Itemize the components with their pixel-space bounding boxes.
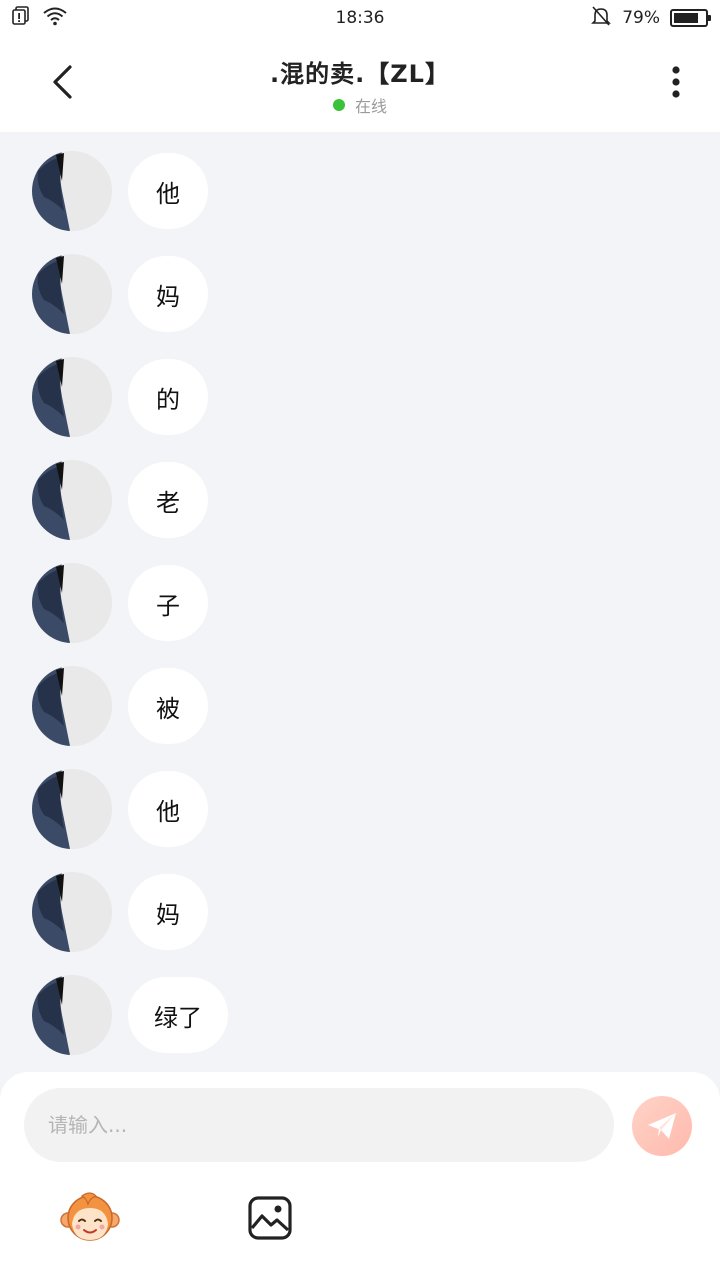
presence-status: 在线 xyxy=(120,93,600,117)
message-bubble[interactable]: 他 xyxy=(128,771,208,847)
avatar[interactable] xyxy=(32,563,112,643)
avatar-image xyxy=(32,769,112,849)
chat-title: .混的卖.【ZL】 xyxy=(270,60,450,88)
image-icon xyxy=(248,1196,292,1240)
status-bar: 18:36 79% xyxy=(0,0,720,36)
alert-sim-icon xyxy=(12,5,32,31)
presence-label: 在线 xyxy=(354,97,387,116)
more-vertical-icon xyxy=(672,66,680,98)
avatar-image xyxy=(32,563,112,643)
avatar-image xyxy=(32,460,112,540)
message-row: 老 xyxy=(32,460,208,540)
message-bubble[interactable]: 妈 xyxy=(128,256,208,332)
more-options-button[interactable] xyxy=(656,60,696,104)
message-row: 妈 xyxy=(32,872,208,952)
send-button[interactable] xyxy=(632,1096,692,1156)
chat-screen: 18:36 79% .混的卖.【ZL】 在线 他 妈 的 老 子 被 他 妈 绿… xyxy=(0,0,720,1280)
avatar-image xyxy=(32,357,112,437)
avatar-image xyxy=(32,975,112,1055)
battery-icon xyxy=(670,9,711,27)
image-button[interactable] xyxy=(246,1194,294,1242)
chevron-left-icon xyxy=(53,65,72,99)
chat-header: .混的卖.【ZL】 在线 xyxy=(0,36,720,132)
message-row: 他 xyxy=(32,769,208,849)
message-bubble[interactable]: 他 xyxy=(128,153,208,229)
avatar-image xyxy=(32,151,112,231)
message-row: 他 xyxy=(32,151,208,231)
message-bubble[interactable]: 的 xyxy=(128,359,208,435)
wifi-icon xyxy=(42,6,68,31)
avatar-image xyxy=(32,666,112,746)
message-bubble[interactable]: 被 xyxy=(128,668,208,744)
silent-bell-icon xyxy=(590,5,612,32)
message-composer xyxy=(0,1072,720,1280)
avatar[interactable] xyxy=(32,357,112,437)
message-row: 绿了 xyxy=(32,975,228,1055)
message-row: 妈 xyxy=(32,254,208,334)
avatar[interactable] xyxy=(32,769,112,849)
avatar[interactable] xyxy=(32,872,112,952)
avatar[interactable] xyxy=(32,666,112,746)
emoji-button[interactable] xyxy=(60,1190,120,1246)
message-row: 被 xyxy=(32,666,208,746)
back-button[interactable] xyxy=(40,60,84,104)
message-bubble[interactable]: 妈 xyxy=(128,874,208,950)
emoji-monkey-icon xyxy=(60,1192,120,1241)
avatar-image xyxy=(32,254,112,334)
message-bubble[interactable]: 绿了 xyxy=(128,977,228,1053)
online-dot xyxy=(332,99,345,111)
avatar[interactable] xyxy=(32,460,112,540)
message-bubble[interactable]: 老 xyxy=(128,462,208,538)
paper-plane-icon xyxy=(648,1113,676,1139)
message-bubble[interactable]: 子 xyxy=(128,565,208,641)
battery-level-fill xyxy=(674,13,698,23)
avatar[interactable] xyxy=(32,254,112,334)
avatar-image xyxy=(32,872,112,952)
message-row: 的 xyxy=(32,357,208,437)
chat-title-block: .混的卖.【ZL】 在线 xyxy=(120,54,600,117)
battery-percent: 79% xyxy=(622,8,660,28)
message-input[interactable] xyxy=(24,1088,614,1162)
avatar[interactable] xyxy=(32,975,112,1055)
message-row: 子 xyxy=(32,563,208,643)
message-list[interactable]: 他 妈 的 老 子 被 他 妈 绿了 xyxy=(0,132,720,1072)
avatar[interactable] xyxy=(32,151,112,231)
